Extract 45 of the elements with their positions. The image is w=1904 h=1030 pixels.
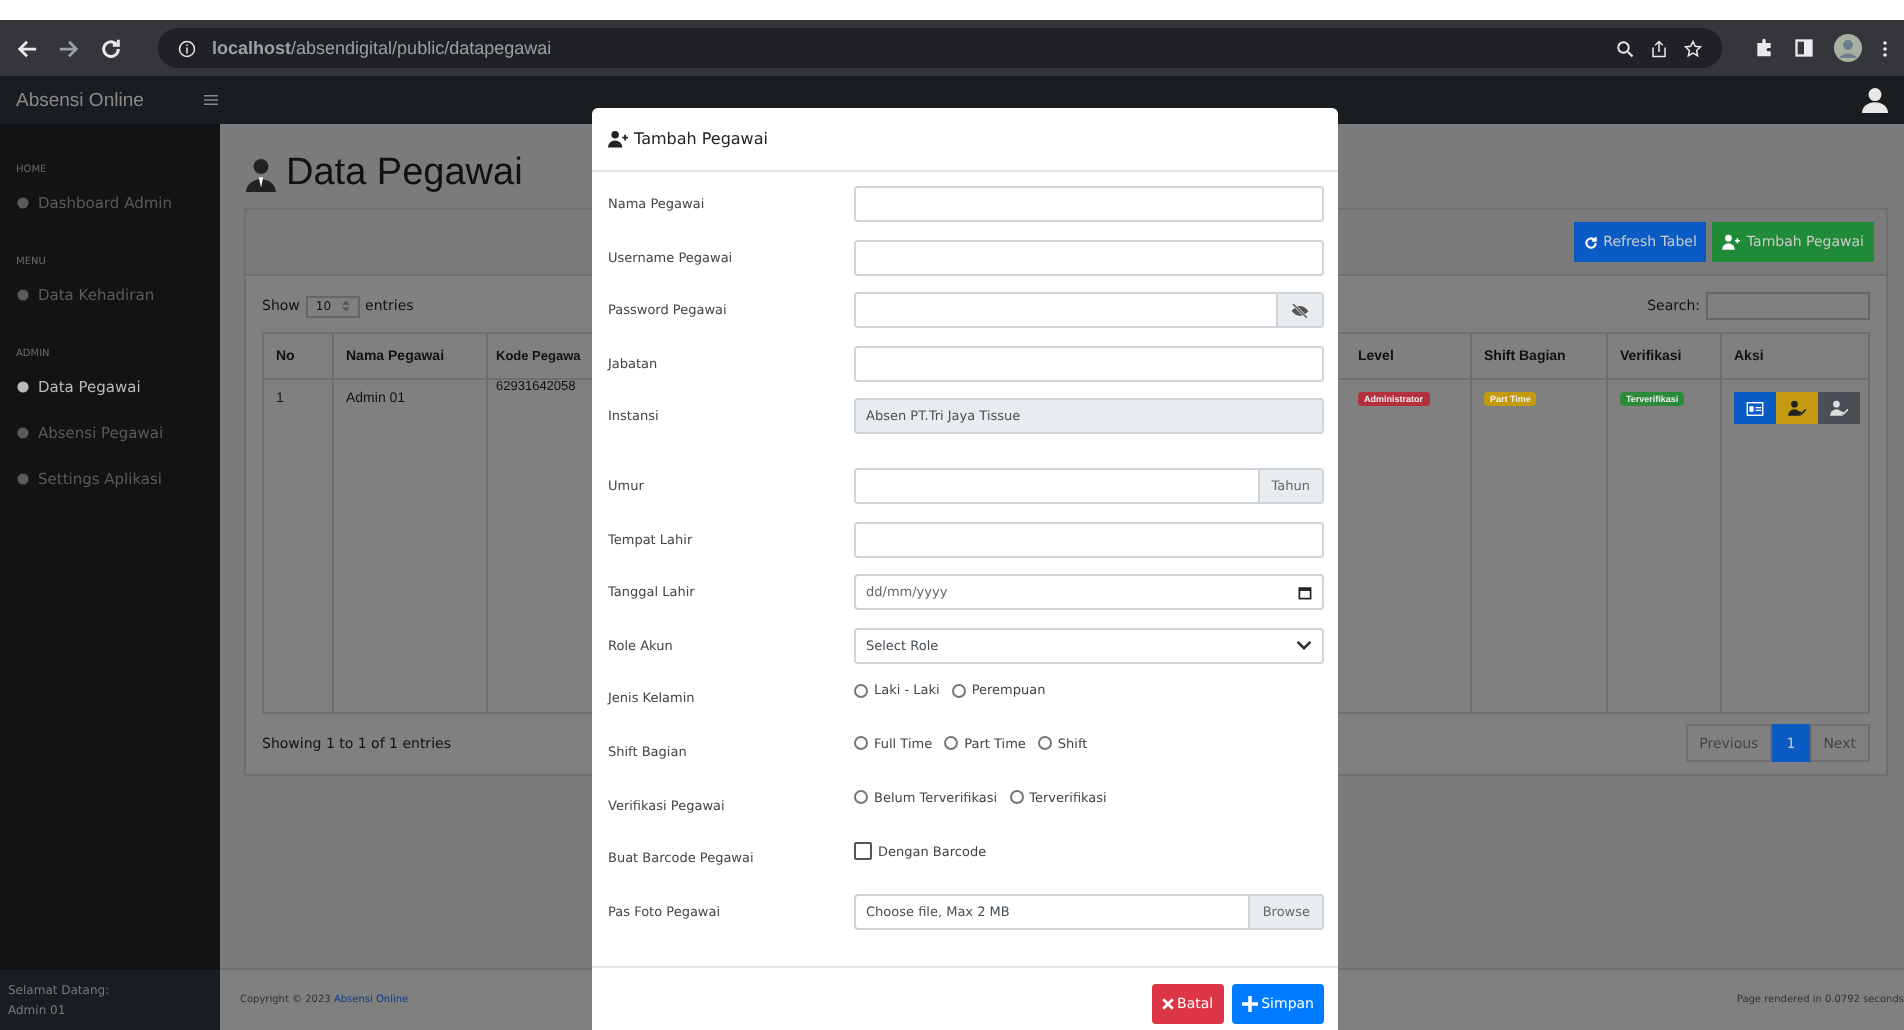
share-icon[interactable] (1650, 39, 1668, 57)
input-field[interactable] (854, 186, 1324, 222)
avatar-icon[interactable] (1834, 34, 1862, 62)
id-card-icon (1746, 401, 1764, 415)
nav-icon (16, 426, 30, 440)
page-title: Data Pegawai (286, 152, 523, 196)
zoom-icon[interactable] (1616, 39, 1634, 57)
action-button[interactable] (1734, 392, 1776, 424)
add-user-icon (608, 130, 628, 148)
url-text: localhost/absendigital/public/datapegawai (212, 38, 552, 58)
input-field[interactable] (854, 521, 1324, 558)
nav-icon (16, 472, 30, 486)
eye-slash-icon[interactable] (1290, 303, 1310, 318)
puzzle-icon[interactable] (1754, 38, 1774, 58)
close-icon (1161, 998, 1174, 1010)
user-check-icon (1788, 400, 1806, 416)
reload-icon[interactable] (100, 37, 122, 59)
menu-icon[interactable] (1882, 37, 1888, 59)
input-field[interactable] (854, 345, 1324, 382)
user-icon[interactable] (1862, 86, 1888, 114)
back-icon[interactable] (16, 37, 38, 59)
star-icon[interactable] (1684, 39, 1702, 57)
add-user-icon (1722, 234, 1741, 250)
action-button[interactable] (1776, 392, 1818, 424)
dialog-title: Tambah Pegawai (634, 130, 768, 148)
nav-icon (16, 380, 30, 394)
users-icon (244, 157, 278, 191)
nav-icon (16, 288, 30, 302)
search-field[interactable] (1706, 292, 1870, 320)
sort-arrows-icon (341, 300, 350, 312)
refresh-icon (1583, 235, 1598, 249)
plus-icon (1241, 996, 1258, 1012)
user-check-icon (1830, 400, 1848, 416)
side-panel-icon[interactable] (1794, 38, 1814, 58)
input-field[interactable] (854, 239, 1324, 276)
nav-icon (16, 196, 30, 210)
calendar-icon[interactable] (1298, 585, 1312, 600)
password-field[interactable] (854, 292, 1324, 329)
menu-icon[interactable] (203, 94, 218, 106)
action-button[interactable] (1818, 392, 1860, 424)
chevron-down-icon (1296, 640, 1312, 651)
brand-name[interactable]: Absensi Online (16, 89, 144, 111)
address-bar[interactable]: localhost/absendigital/public/datapegawai (158, 28, 1722, 68)
info-icon[interactable] (178, 39, 196, 57)
forward-icon[interactable] (58, 37, 80, 59)
